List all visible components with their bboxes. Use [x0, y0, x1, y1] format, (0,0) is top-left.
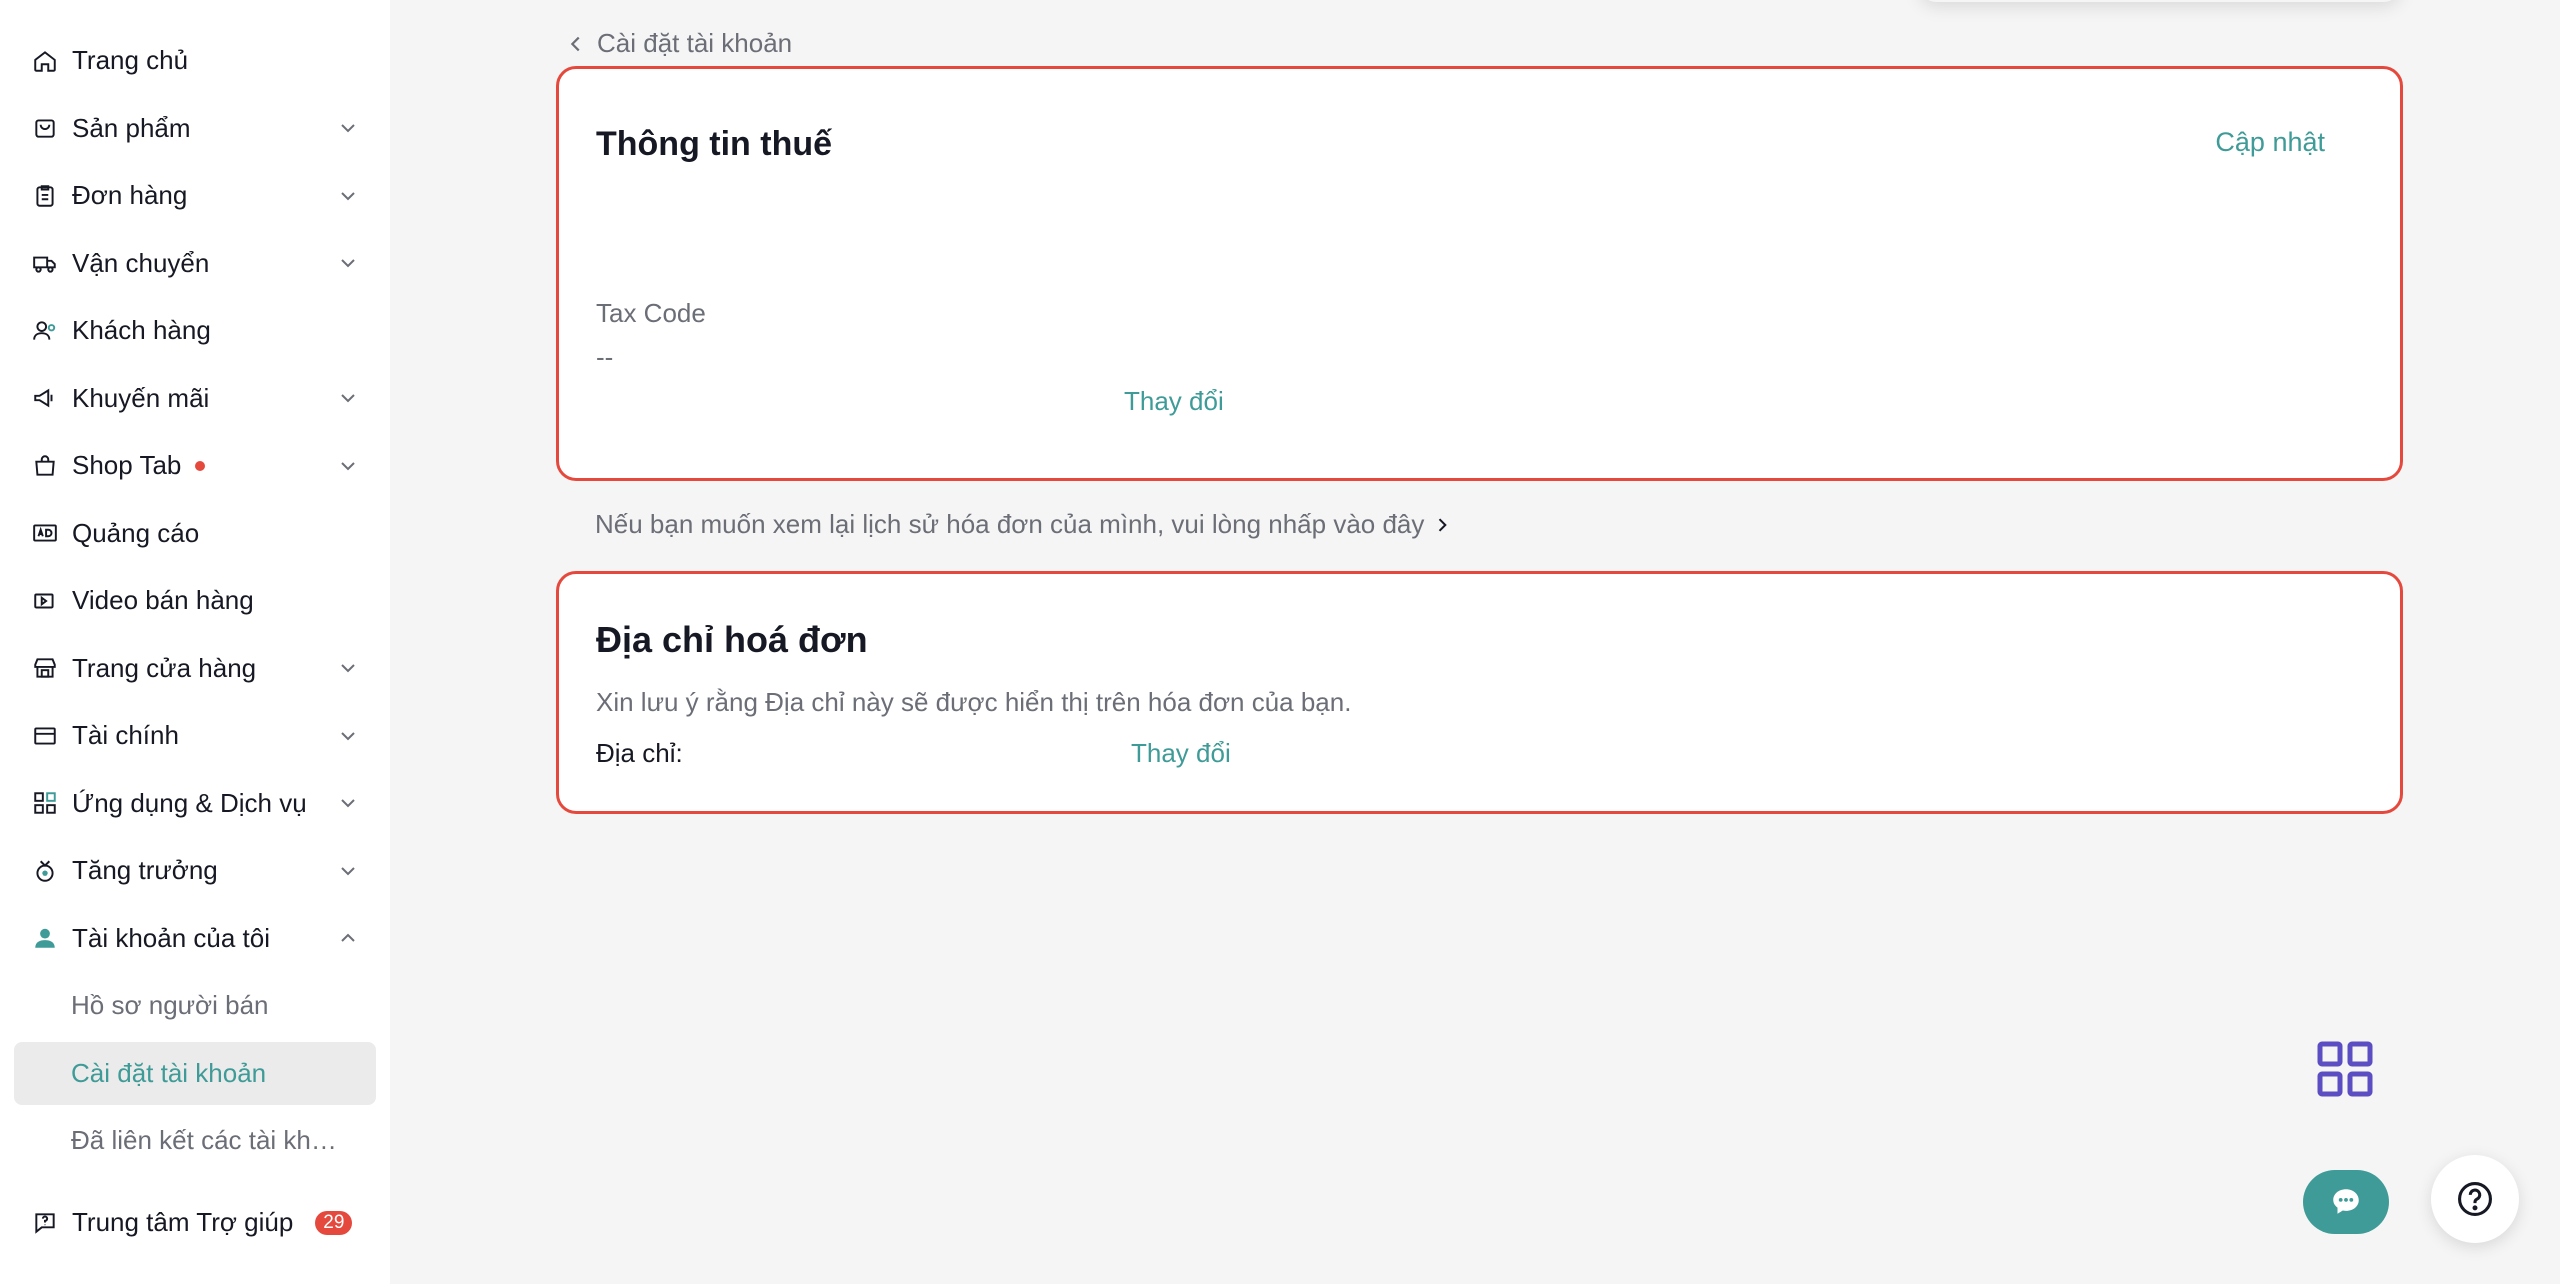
sidebar-item-label: Tài chính: [72, 720, 179, 751]
chevron-down-icon: [341, 664, 355, 673]
sidebar: Trang chủ Sản phẩm Đơn hàng Vận chuyển K…: [0, 0, 390, 1284]
sidebar-item-growth[interactable]: Tăng trưởng: [0, 837, 390, 905]
wallet-icon: [30, 721, 60, 751]
sidebar-item-label: Tăng trưởng: [72, 855, 218, 886]
sidebar-item-shop-tab[interactable]: Shop Tab: [0, 432, 390, 500]
sidebar-item-label: Vận chuyển: [72, 247, 210, 278]
sidebar-item-help-center[interactable]: Trung tâm Trợ giúp 29: [0, 1189, 390, 1257]
apps-grid-icon: [30, 788, 60, 818]
help-button[interactable]: [2431, 1155, 2519, 1243]
chevron-down-icon: [341, 799, 355, 808]
tax-info-card: Thông tin thuế Cập nhật Tax Code -- Thay…: [556, 66, 2403, 481]
billing-address-note: Xin lưu ý rằng Địa chỉ này sẽ được hiển …: [596, 687, 1352, 717]
sidebar-item-label: Quảng cáo: [72, 517, 200, 548]
ad-icon: [30, 518, 60, 548]
sidebar-item-label: Trung tâm Trợ giúp: [72, 1207, 294, 1238]
sidebar-item-customers[interactable]: Khách hàng: [0, 297, 390, 365]
invoice-history-label: Nếu bạn muốn xem lại lịch sử hóa đơn của…: [595, 509, 1425, 539]
sidebar-item-label: Trang chủ: [72, 45, 189, 76]
chevron-left-icon: [570, 36, 580, 51]
sidebar-item-products[interactable]: Sản phẩm: [0, 95, 390, 163]
sidebar-subitem-label: Hồ sơ người bán: [71, 990, 269, 1021]
sidebar-item-label: Sản phẩm: [72, 112, 191, 143]
sidebar-subitem-account-settings[interactable]: Cài đặt tài khoản: [14, 1041, 376, 1105]
apps-launcher-icon[interactable]: [2316, 1040, 2376, 1100]
question-circle-icon: [2458, 1182, 2492, 1216]
tax-code-label: Tax Code: [596, 298, 706, 328]
sidebar-subitem-linked-accounts[interactable]: Đã liên kết các tài khoả...: [0, 1107, 390, 1175]
growth-medal-icon: [30, 856, 60, 886]
tax-info-title: Thông tin thuế: [596, 125, 833, 163]
notification-count-badge: 29: [315, 1210, 353, 1235]
top-floating-panel-edge: [1920, 0, 2400, 2]
tax-change-link[interactable]: Thay đổi: [1124, 386, 1224, 417]
sidebar-item-label: Video bán hàng: [72, 585, 254, 616]
chevron-right-icon: [1439, 517, 1448, 532]
video-icon: [30, 586, 60, 616]
truck-icon: [30, 248, 60, 278]
chevron-up-icon: [341, 933, 355, 942]
shopping-bag-icon: [30, 451, 60, 481]
sidebar-item-label: Tài khoản của tôi: [72, 922, 271, 953]
sidebar-subitem-label: Cài đặt tài khoản: [71, 1057, 267, 1088]
sidebar-item-label: Đơn hàng: [72, 180, 188, 211]
sidebar-item-sales-video[interactable]: Video bán hàng: [0, 567, 390, 635]
sidebar-item-my-account[interactable]: Tài khoản của tôi: [0, 905, 390, 973]
clipboard-icon: [30, 181, 60, 211]
address-change-link[interactable]: Thay đổi: [1131, 738, 1231, 769]
sidebar-item-ads[interactable]: Quảng cáo: [0, 500, 390, 568]
notification-dot: [195, 460, 206, 471]
sidebar-item-shipping[interactable]: Vận chuyển: [0, 230, 390, 298]
storefront-icon: [30, 653, 60, 683]
sidebar-item-apps-services[interactable]: Ứng dụng & Dịch vụ: [0, 770, 390, 838]
chat-bubble-icon: [2333, 1189, 2359, 1214]
chevron-down-icon: [341, 192, 355, 201]
product-bag-icon: [30, 113, 60, 143]
sidebar-item-orders[interactable]: Đơn hàng: [0, 162, 390, 230]
sidebar-subitem-seller-profile[interactable]: Hồ sơ người bán: [0, 972, 390, 1040]
address-label: Địa chỉ:: [596, 738, 683, 768]
billing-address-title: Địa chỉ hoá đơn: [596, 619, 868, 660]
chevron-down-icon: [341, 732, 355, 741]
sidebar-item-storefront[interactable]: Trang cửa hàng: [0, 635, 390, 703]
billing-address-card: Địa chỉ hoá đơn Xin lưu ý rằng Địa chỉ n…: [556, 571, 2403, 814]
chevron-down-icon: [341, 462, 355, 471]
sidebar-item-label: Trang cửa hàng: [72, 652, 257, 683]
breadcrumb-label: Cài đặt tài khoản: [597, 28, 793, 58]
sidebar-item-home[interactable]: Trang chủ: [0, 27, 390, 95]
tax-code-value: --: [596, 342, 614, 372]
breadcrumb-back[interactable]: Cài đặt tài khoản: [565, 28, 792, 59]
tax-update-link[interactable]: Cập nhật: [2215, 127, 2325, 158]
sidebar-item-label: Ứng dụng & Dịch vụ: [72, 787, 307, 818]
sidebar-item-finance[interactable]: Tài chính: [0, 702, 390, 770]
chevron-down-icon: [341, 259, 355, 268]
users-icon: [30, 316, 60, 346]
help-chat-icon: [30, 1208, 60, 1238]
sidebar-item-promotions[interactable]: Khuyến mãi: [0, 365, 390, 433]
chevron-down-icon: [341, 867, 355, 876]
chevron-down-icon: [341, 124, 355, 133]
user-account-icon: [30, 923, 60, 953]
chat-button[interactable]: [2303, 1170, 2389, 1234]
sidebar-item-label: Khách hàng: [72, 315, 211, 346]
chevron-down-icon: [341, 394, 355, 403]
sidebar-item-label: Khuyến mãi: [72, 382, 210, 413]
home-icon: [30, 46, 60, 76]
invoice-history-link[interactable]: Nếu bạn muốn xem lại lịch sử hóa đơn của…: [595, 509, 1452, 540]
sidebar-item-label: Shop Tab: [72, 450, 182, 481]
sidebar-subitem-label: Đã liên kết các tài khoả...: [71, 1124, 351, 1155]
megaphone-icon: [30, 383, 60, 413]
